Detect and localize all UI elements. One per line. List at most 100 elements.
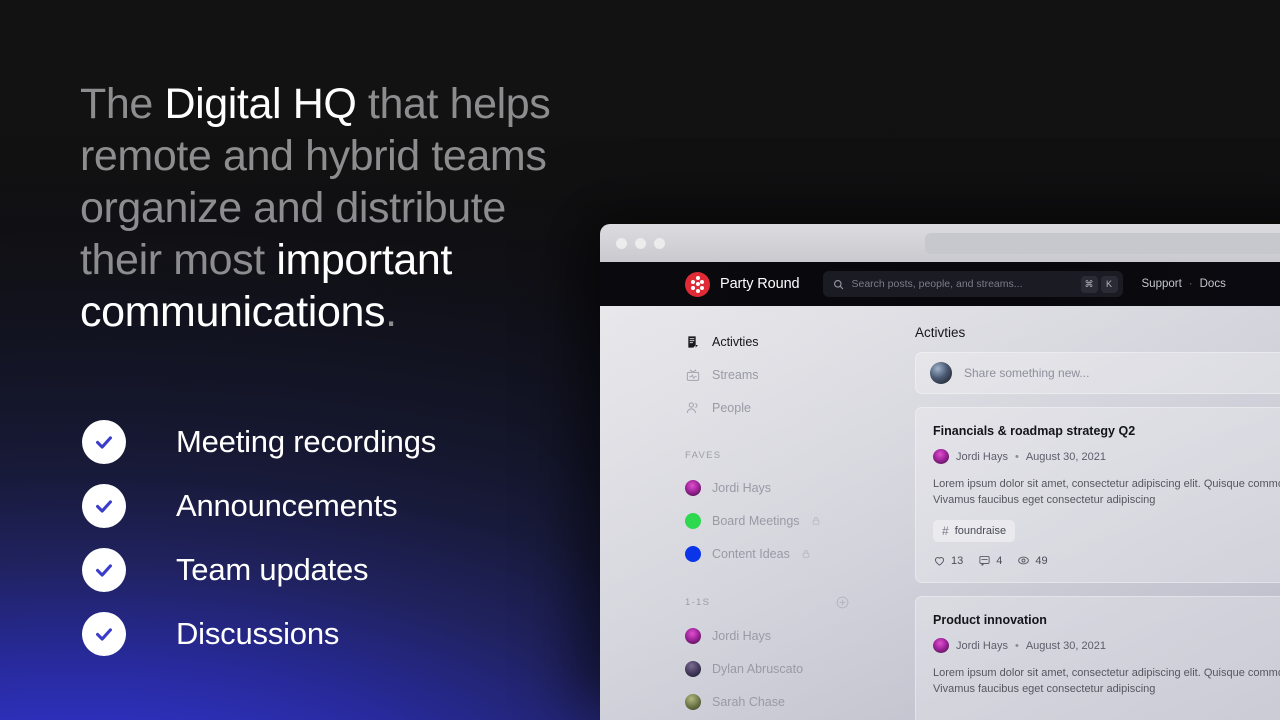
faves-label: FAVES	[685, 450, 722, 461]
app-body: Activties Streams People FAVES Jordi Hay…	[600, 306, 1280, 720]
meta-separator: •	[1014, 639, 1019, 652]
tv-icon	[686, 369, 700, 381]
post-author: Jordi Hays	[956, 639, 1008, 652]
faves-section-header: FAVES	[685, 450, 915, 461]
page-headline: The Digital HQ that helps remote and hyb…	[80, 78, 580, 338]
post-card[interactable]: Financials & roadmap strategy Q2 Jordi H…	[915, 407, 1280, 583]
headline-period: .	[385, 288, 397, 336]
minimize-icon[interactable]	[635, 237, 646, 249]
search-box[interactable]: ⌘ K	[822, 271, 1123, 297]
marketing-column: The Digital HQ that helps remote and hyb…	[0, 0, 600, 720]
dm-item-label: Sarah Chase	[712, 694, 785, 709]
feature-item: Team updates	[82, 538, 436, 602]
check-icon	[82, 548, 126, 592]
avatar	[685, 479, 701, 496]
sidebar-item-activities[interactable]: Activties	[685, 325, 915, 358]
check-icon	[82, 612, 126, 656]
sidebar-item-people[interactable]: People	[685, 391, 915, 424]
post-meta: Jordi Hays • August 30, 2021	[933, 638, 1280, 653]
search-icon	[833, 279, 843, 289]
search-shortcut: ⌘ K	[1080, 275, 1118, 293]
sidebar-item-streams[interactable]: Streams	[685, 358, 915, 391]
dms-section-header: 1-1S	[685, 596, 915, 609]
feature-item: Meeting recordings	[82, 410, 436, 474]
avatar	[933, 638, 949, 653]
fave-item-label: Jordi Hays	[712, 480, 772, 495]
comment-count: 4	[996, 554, 1003, 567]
traffic-light-dots	[616, 237, 665, 249]
party-round-logo-icon	[685, 271, 710, 297]
post-date: August 30, 2021	[1025, 450, 1106, 463]
dms-label: 1-1S	[685, 597, 711, 608]
dm-item-sarah-chase[interactable]: Sarah Chase	[685, 685, 915, 718]
hash-icon: #	[942, 524, 949, 538]
post-title: Financials & roadmap strategy Q2	[933, 424, 1136, 438]
brand-name: Party Round	[720, 276, 800, 292]
composer-input[interactable]	[964, 366, 1280, 380]
feature-item: Discussions	[82, 602, 436, 666]
color-swatch	[685, 512, 701, 529]
like-stat[interactable]: 13	[933, 554, 963, 567]
headline-highlight-1: Digital HQ	[164, 80, 357, 128]
meta-separator: •	[1014, 450, 1019, 463]
dm-item-dylan-abruscato[interactable]: Dylan Abruscato	[685, 652, 915, 685]
add-dm-icon[interactable]	[836, 596, 849, 609]
sidebar-item-label: Activties	[712, 334, 759, 349]
color-swatch	[685, 545, 701, 562]
fave-item-jordi-hays[interactable]: Jordi Hays	[685, 471, 915, 504]
cmd-key: ⌘	[1080, 275, 1098, 293]
view-count: 49	[1035, 554, 1048, 567]
feature-label: Team updates	[176, 552, 369, 587]
avatar	[685, 627, 701, 644]
people-icon	[686, 401, 698, 413]
fave-item-label: Content Ideas	[712, 546, 790, 561]
maximize-icon[interactable]	[654, 237, 665, 249]
post-stats: 13 4 49	[933, 554, 1280, 567]
app-window: Party Round ⌘ K Support · Docs	[600, 224, 1280, 720]
post-meta: Jordi Hays • August 30, 2021	[933, 449, 1280, 464]
fave-item-content-ideas[interactable]: Content Ideas	[685, 537, 915, 570]
dm-item-label: Dylan Abruscato	[712, 661, 804, 676]
lock-icon	[812, 517, 819, 525]
avatar	[685, 693, 701, 710]
check-icon	[82, 420, 126, 464]
feed: Activties Financials & roadmap strategy …	[915, 306, 1280, 720]
feature-item: Announcements	[82, 474, 436, 538]
comment-icon	[979, 555, 990, 566]
dm-item-label: Jordi Hays	[712, 628, 772, 643]
comment-stat[interactable]: 4	[978, 554, 1002, 567]
headline-part-1: The	[80, 80, 165, 128]
post-tag-label: foundraise	[954, 525, 1007, 537]
post-date: August 30, 2021	[1025, 639, 1106, 652]
post-composer[interactable]	[915, 352, 1280, 394]
window-titlebar	[600, 224, 1280, 262]
support-link[interactable]: Support	[1142, 278, 1182, 290]
avatar	[685, 660, 701, 677]
eye-icon	[1018, 556, 1030, 565]
fave-item-label: Board Meetings	[712, 513, 800, 528]
feature-list: Meeting recordings Announcements Team up…	[82, 410, 436, 666]
feature-label: Announcements	[176, 488, 398, 523]
fave-item-board-meetings[interactable]: Board Meetings	[685, 504, 915, 537]
avatar	[933, 449, 949, 464]
view-stat: 49	[1017, 554, 1048, 567]
sidebar: Activties Streams People FAVES Jordi Hay…	[600, 306, 915, 720]
k-key: K	[1100, 275, 1118, 293]
post-title: Product innovation	[933, 613, 1047, 627]
header-nav-links: Support · Docs	[1142, 278, 1226, 290]
docs-link[interactable]: Docs	[1200, 278, 1226, 290]
address-bar[interactable]	[925, 233, 1280, 254]
search-input[interactable]	[851, 278, 1073, 290]
close-icon[interactable]	[616, 237, 627, 249]
lock-icon	[802, 550, 810, 558]
note-icon	[688, 335, 698, 348]
like-count: 13	[951, 554, 964, 567]
brand[interactable]: Party Round	[685, 271, 800, 297]
nav-separator: ·	[1188, 278, 1193, 290]
post-tag[interactable]: # foundraise	[933, 520, 1016, 542]
app-header: Party Round ⌘ K Support · Docs	[600, 262, 1280, 306]
feature-label: Meeting recordings	[176, 424, 437, 459]
post-card[interactable]: Product innovation Jordi Hays • August 3…	[915, 596, 1280, 720]
post-author: Jordi Hays	[956, 450, 1008, 463]
dm-item-jordi-hays[interactable]: Jordi Hays	[685, 619, 915, 652]
